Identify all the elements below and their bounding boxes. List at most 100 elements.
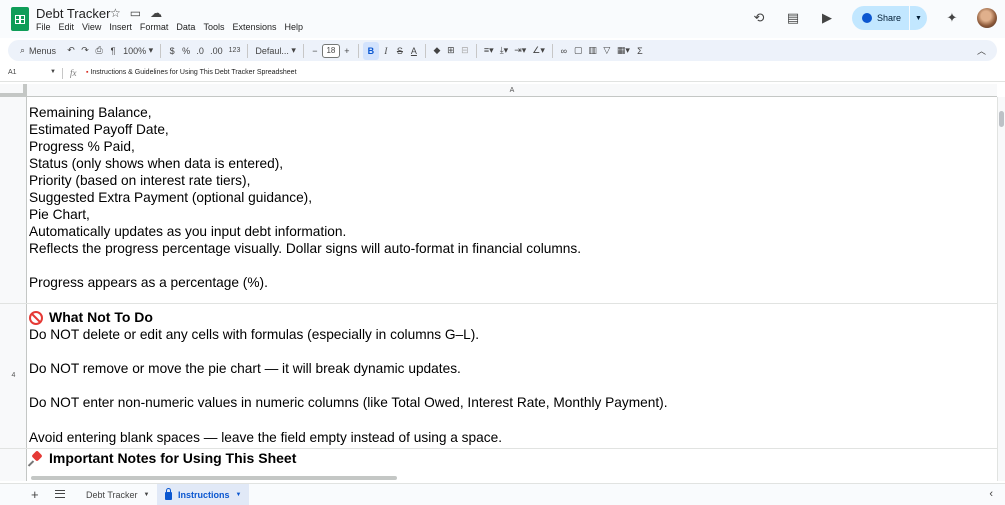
menu-tools[interactable]: Tools — [203, 22, 224, 32]
cell-line: Progress appears as a percentage (%). — [29, 275, 268, 290]
vertical-align-icon[interactable]: ⤓▾ — [497, 42, 512, 60]
cell-line: Progress % Paid, — [29, 139, 135, 154]
horizontal-scrollbar[interactable] — [27, 475, 997, 481]
text-rotation-icon[interactable]: ∠▾ — [529, 42, 548, 60]
functions-button[interactable]: Σ — [633, 42, 647, 60]
insert-chart-icon[interactable]: ▥ — [585, 42, 600, 60]
row-header-gutter[interactable] — [0, 97, 27, 481]
horizontal-align-icon[interactable]: ≡▾ — [481, 42, 497, 60]
text-wrapping-icon[interactable]: ⇥▾ — [511, 42, 529, 60]
toolbar-divider — [551, 43, 553, 58]
vertical-scrollbar[interactable] — [997, 97, 1005, 481]
tab-label: Debt Tracker — [86, 489, 138, 500]
spreadsheet-grid[interactable]: A 4 Remaining Balance, Estimated Payoff … — [0, 84, 1005, 481]
print-icon[interactable]: ⎙ — [92, 42, 106, 60]
font-value: Defaul... — [255, 45, 289, 56]
insert-link-icon[interactable]: ∞ — [557, 42, 571, 60]
formula-input[interactable]: ▪ Instructions & Guidelines for Using Th… — [86, 69, 297, 76]
collapse-sidebar-icon[interactable]: ‹ — [989, 488, 993, 500]
meet-icon[interactable]: ▶ — [818, 9, 836, 27]
menu-format[interactable]: Format — [140, 22, 169, 32]
column-header-a[interactable]: A — [27, 84, 997, 97]
name-box-dropdown-icon[interactable]: ▼ — [50, 69, 56, 75]
formula-divider — [62, 68, 63, 79]
zoom-select[interactable]: 100% ▾ — [120, 42, 156, 60]
lock-icon — [165, 488, 172, 500]
toolbar-divider — [357, 43, 359, 58]
text-color-button[interactable]: A — [407, 42, 421, 60]
toolbar-divider — [424, 43, 426, 58]
share-dropdown-icon[interactable]: ▼ — [909, 6, 927, 30]
tab-debt-tracker[interactable]: Debt Tracker ▼ — [78, 484, 157, 505]
sheets-logo-icon[interactable] — [11, 7, 29, 31]
borders-icon[interactable]: ⊞ — [444, 42, 458, 60]
menu-data[interactable]: Data — [176, 22, 195, 32]
formula-bar: A1 ▼ fx ▪ Instructions & Guidelines for … — [0, 65, 1005, 82]
collapse-toolbar-icon[interactable]: ︿ — [974, 42, 989, 60]
bold-button[interactable]: B — [362, 41, 379, 60]
sheet-tab-bar: + Debt Tracker ▼ Instructions ▼ ‹ — [0, 483, 1005, 505]
menu-extensions[interactable]: Extensions — [232, 22, 276, 32]
search-icon: ⌕ — [20, 45, 26, 55]
chevron-down-icon[interactable]: ▼ — [236, 492, 242, 498]
filter-icon[interactable]: ▽ — [600, 42, 614, 60]
pin-icon: ▪ — [86, 69, 89, 76]
title-bar: Debt Tracker ☆ ▭ ☁ File Edit View Insert… — [0, 0, 1005, 38]
gemini-icon[interactable]: ✦ — [943, 9, 961, 27]
share-button[interactable]: Share ▼ — [851, 6, 927, 30]
font-size-input[interactable]: 18 — [321, 43, 340, 58]
menu-edit[interactable]: Edit — [59, 22, 75, 32]
menu-bar: File Edit View Insert Format Data Tools … — [36, 22, 303, 32]
version-history-icon[interactable]: ⟲ — [750, 9, 768, 27]
cell-line: Do NOT remove or move the pie chart — it… — [29, 361, 461, 376]
menu-help[interactable]: Help — [284, 22, 303, 32]
strikethrough-button[interactable]: S — [393, 42, 407, 60]
increase-font-size-icon[interactable]: + — [340, 42, 354, 60]
decrease-font-size-icon[interactable]: − — [308, 42, 322, 60]
italic-button[interactable]: I — [379, 42, 393, 60]
cell-line: Estimated Payoff Date, — [29, 122, 169, 137]
fill-color-icon[interactable]: ◆ — [430, 42, 444, 60]
tab-instructions[interactable]: Instructions ▼ — [157, 484, 250, 505]
vertical-scroll-thumb[interactable] — [999, 111, 1004, 127]
section-heading-important-notes: Important Notes for Using This Sheet — [29, 450, 296, 467]
name-box[interactable]: A1 — [8, 69, 17, 76]
cloud-status-icon[interactable]: ☁ — [150, 6, 162, 20]
star-icon[interactable]: ☆ — [110, 6, 121, 20]
section-heading-what-not-to-do: What Not To Do — [29, 309, 153, 326]
cell-line: Remaining Balance, — [29, 105, 152, 120]
all-sheets-icon[interactable] — [55, 490, 65, 498]
comments-icon[interactable]: ▤ — [784, 9, 802, 27]
menu-file[interactable]: File — [36, 22, 51, 32]
add-sheet-icon[interactable]: + — [31, 487, 39, 502]
more-formats-button[interactable]: 123 — [226, 42, 244, 60]
redo-icon[interactable]: ↷ — [78, 42, 92, 60]
undo-icon[interactable]: ↶ — [64, 42, 78, 60]
menu-insert[interactable]: Insert — [109, 22, 132, 32]
chevron-down-icon[interactable]: ▼ — [144, 492, 150, 498]
fx-icon: fx — [70, 68, 77, 78]
document-title[interactable]: Debt Tracker — [36, 6, 110, 21]
percent-format-button[interactable]: % — [179, 42, 193, 60]
menus-label: Menus — [29, 45, 57, 56]
increase-decimal-button[interactable]: .00 — [207, 42, 226, 60]
title-actions: ☆ ▭ ☁ — [110, 6, 162, 20]
horizontal-scroll-thumb[interactable] — [31, 476, 397, 480]
merge-cells-icon[interactable]: ⊟ — [458, 42, 472, 60]
cell-line: Do NOT delete or edit any cells with for… — [29, 327, 480, 342]
row-header-4[interactable]: 4 — [0, 372, 27, 379]
paint-format-icon[interactable]: ¶ — [106, 42, 120, 60]
decrease-decimal-button[interactable]: .0 — [193, 42, 207, 60]
menu-view[interactable]: View — [82, 22, 101, 32]
heading-text: Important Notes for Using This Sheet — [49, 450, 297, 466]
avatar[interactable] — [977, 8, 997, 28]
font-select[interactable]: Defaul... ▾ — [252, 42, 299, 60]
currency-format-button[interactable]: $ — [165, 42, 179, 60]
select-all-corner[interactable] — [0, 84, 27, 97]
insert-comment-icon[interactable]: ▢ — [571, 42, 586, 60]
filter-views-icon[interactable]: ▦▾ — [614, 42, 633, 60]
cell-line: Status (only shows when data is entered)… — [29, 156, 284, 171]
cell-line: Pie Chart, — [29, 207, 90, 222]
menus-search-button[interactable]: ⌕ Menus — [16, 42, 64, 60]
move-folder-icon[interactable]: ▭ — [130, 6, 141, 20]
